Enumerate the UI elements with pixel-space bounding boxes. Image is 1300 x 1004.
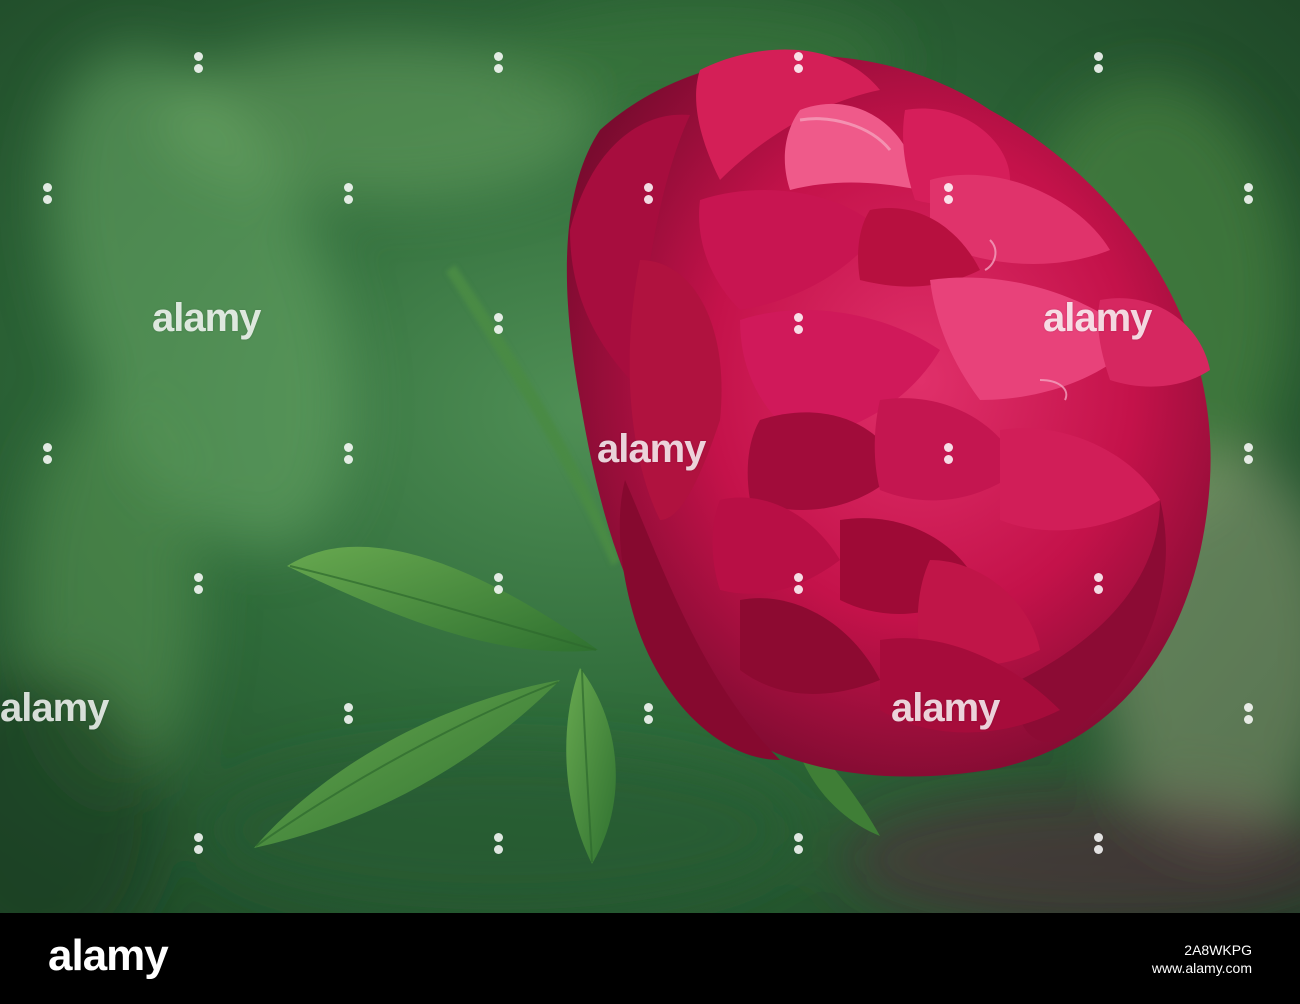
watermark-mark — [193, 573, 203, 595]
watermark-mark — [1093, 52, 1103, 74]
watermark-mark — [493, 313, 503, 335]
watermark-mark — [943, 443, 953, 465]
watermark-mark — [343, 183, 353, 205]
watermark-mark — [343, 703, 353, 725]
watermark-mark — [193, 52, 203, 74]
photo: alamy alamy alamy alamy alamy — [0, 0, 1300, 913]
watermark-mark — [193, 833, 203, 855]
watermark-text: alamy — [152, 296, 261, 340]
image-id: 2A8WKPG — [1184, 942, 1252, 958]
site-url[interactable]: www.alamy.com — [1067, 959, 1252, 977]
watermark-mark — [793, 833, 803, 855]
footer-bar: alamy 2A8WKPG www.alamy.com — [0, 913, 1300, 1004]
image-info: 2A8WKPG www.alamy.com — [1067, 941, 1252, 977]
watermark-mark — [1243, 183, 1253, 205]
watermark-mark — [42, 443, 52, 465]
watermark-mark — [793, 313, 803, 335]
watermark-mark — [1093, 833, 1103, 855]
watermark-mark — [793, 52, 803, 74]
watermark-mark — [343, 443, 353, 465]
watermark-mark — [493, 833, 503, 855]
watermark-text: alamy — [597, 427, 706, 471]
watermark-mark — [943, 183, 953, 205]
watermark-mark — [1243, 703, 1253, 725]
watermark-mark — [793, 573, 803, 595]
watermark-text: alamy — [0, 686, 109, 730]
watermark-mark — [42, 183, 52, 205]
watermark-mark — [493, 573, 503, 595]
watermark-mark — [493, 52, 503, 74]
watermark-text: alamy — [891, 686, 1000, 730]
alamy-logo: alamy — [48, 931, 169, 980]
watermark-mark — [643, 183, 653, 205]
watermark-mark — [643, 703, 653, 725]
watermark-mark — [1243, 443, 1253, 465]
watermark-mark — [1093, 573, 1103, 595]
watermark-text: alamy — [1043, 296, 1152, 340]
